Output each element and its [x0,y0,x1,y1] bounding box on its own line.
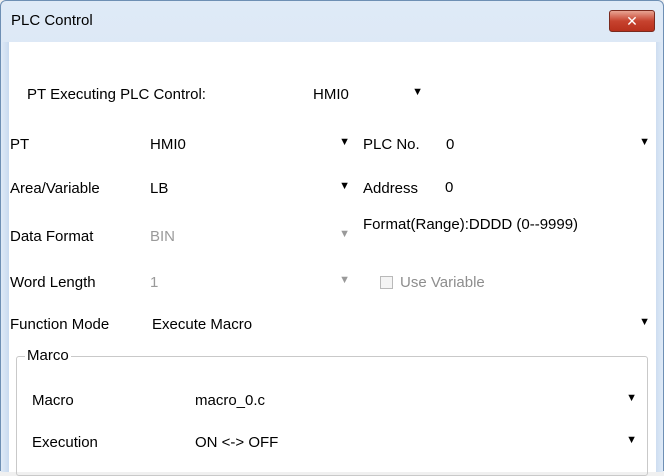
function-mode-label: Function Mode [10,316,110,333]
execution-value: ON <-> OFF [195,434,279,451]
chevron-down-icon: ▼ [626,434,637,446]
execution-label: Execution [32,434,98,451]
close-icon: ✕ [626,12,638,29]
pt-executing-value: HMI0 [313,86,349,103]
chevron-down-icon: ▼ [639,316,650,328]
macro-label: Macro [32,392,74,409]
format-range-text: Format(Range):DDDD (0--9999) [363,216,579,233]
execution-select[interactable]: ON <-> OFF ▼ [190,428,642,455]
function-mode-value: Execute Macro [152,316,253,333]
word-length-select[interactable]: 1 ▼ [145,268,355,295]
plc-no-label: PLC No. [363,136,420,153]
pt-select[interactable]: HMI0 ▼ [145,130,355,157]
pt-label: PT [10,136,30,153]
chevron-down-icon: ▼ [639,136,650,148]
chevron-down-icon: ▼ [412,86,423,98]
macro-select[interactable]: macro_0.c ▼ [190,386,642,413]
title-bar[interactable]: PLC Control ✕ [1,1,663,41]
plc-control-dialog: PLC Control ✕ PT Executing PLC Control: … [0,0,664,476]
data-format-select[interactable]: BIN ▼ [145,222,355,249]
window-title: PLC Control [11,12,93,29]
window-left-edge [1,42,9,472]
chevron-down-icon: ▼ [339,274,350,286]
area-variable-value: LB [150,180,169,197]
chevron-down-icon: ▼ [339,136,350,148]
function-mode-select[interactable]: Execute Macro ▼ [147,310,655,337]
chevron-down-icon: ▼ [339,180,350,192]
address-value: 0 [445,179,454,196]
plc-no-value: 0 [446,136,455,153]
dialog-body: PT Executing PLC Control: HMI0 ▼ PT HMI0… [9,42,656,476]
word-length-value: 1 [150,274,159,291]
data-format-value: BIN [150,228,176,245]
chevron-down-icon: ▼ [339,228,350,240]
use-variable-checkbox[interactable] [380,276,393,289]
close-button[interactable]: ✕ [609,10,655,32]
word-length-label: Word Length [10,274,96,291]
chevron-down-icon: ▼ [626,392,637,404]
data-format-label: Data Format [10,228,94,245]
pt-value: HMI0 [150,136,186,153]
use-variable-label: Use Variable [400,274,485,291]
area-variable-select[interactable]: LB ▼ [145,174,355,201]
pt-executing-select[interactable]: HMI0 ▼ [308,80,448,107]
macro-group-title: Marco [25,347,71,364]
macro-groupbox: Marco Macro macro_0.c ▼ Execution ON <->… [16,347,648,476]
address-input[interactable]: 0 [441,174,655,201]
macro-value: macro_0.c [195,392,266,409]
pt-executing-label: PT Executing PLC Control: [27,86,206,103]
area-variable-label: Area/Variable [10,180,100,197]
address-label: Address [363,180,419,197]
plc-no-select[interactable]: 0 ▼ [441,130,655,157]
